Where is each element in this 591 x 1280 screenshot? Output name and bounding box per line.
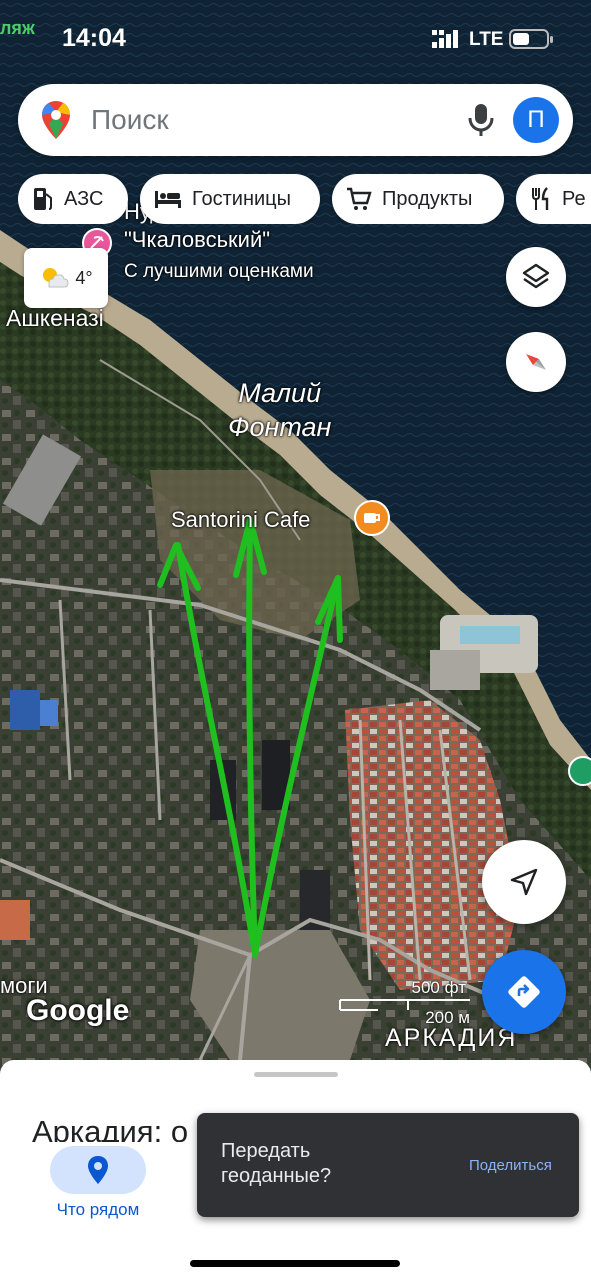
compass-icon xyxy=(526,354,546,370)
bed-icon xyxy=(155,191,181,208)
nav-item-nearby[interactable] xyxy=(50,1146,146,1194)
scale-bar: 500 фт 200 м xyxy=(338,978,472,1027)
network-type: LTE xyxy=(469,29,504,50)
battery-icon xyxy=(509,29,553,49)
cart-icon xyxy=(347,187,372,210)
chip-label: Продукты xyxy=(382,187,473,210)
chip-gas-stations[interactable]: АЗС xyxy=(18,174,128,224)
avatar[interactable]: П xyxy=(513,97,559,143)
share-location-snackbar: Передать геоданные? Поделиться xyxy=(197,1113,579,1217)
home-indicator[interactable] xyxy=(190,1260,400,1267)
signal-icon xyxy=(432,30,458,48)
status-bar: ляж 14:04 LTE xyxy=(0,0,591,80)
chip-groceries[interactable]: Продукты xyxy=(332,174,504,224)
share-button[interactable]: Поделиться xyxy=(469,1157,552,1174)
map-label-arcadia[interactable]: АРКАДИЯ xyxy=(385,1024,517,1053)
chip-restaurants[interactable]: Ре xyxy=(516,174,591,224)
status-left-text: ляж xyxy=(0,18,35,38)
google-maps-logo-icon xyxy=(42,101,70,139)
partly-sunny-icon xyxy=(43,268,69,288)
layers-icon xyxy=(522,263,550,289)
chip-hotels[interactable]: Гостиницы xyxy=(140,174,320,224)
google-attribution: Google xyxy=(26,994,130,1027)
nav-item-nearby-label: Что рядом xyxy=(56,1200,140,1219)
map-label-santorini-cafe[interactable]: Santorini Cafe xyxy=(171,507,310,533)
chip-label: Ре xyxy=(562,187,586,210)
directions-icon xyxy=(508,976,540,1008)
sheet-drag-handle[interactable] xyxy=(254,1072,338,1077)
search-input[interactable]: Поиск xyxy=(91,104,169,136)
chip-label: Гостиницы xyxy=(192,187,291,210)
scale-feet: 500 фт xyxy=(411,978,467,997)
mic-icon[interactable] xyxy=(466,102,496,138)
gas-station-icon xyxy=(34,188,52,210)
directions-button[interactable] xyxy=(482,950,566,1034)
snackbar-message: Передать геоданные? xyxy=(221,1140,332,1187)
layers-button[interactable] xyxy=(506,247,566,307)
park-pin-icon[interactable] xyxy=(568,756,591,786)
map-label-maly-fontan[interactable]: Малий Фонтан xyxy=(228,376,331,444)
compass-button[interactable] xyxy=(506,332,566,392)
search-bar[interactable]: Поиск П xyxy=(18,84,573,156)
weather-widget[interactable]: 4° xyxy=(24,248,108,308)
category-chips: АЗС Гостиницы Продукты Ре xyxy=(18,174,591,224)
scale-meters: 200 м xyxy=(425,1008,470,1027)
cafe-pin-icon[interactable] xyxy=(354,500,390,536)
restaurant-icon xyxy=(532,187,549,210)
status-time: 14:04 xyxy=(62,24,126,52)
navigation-arrow-icon xyxy=(510,868,538,896)
weather-temp: 4° xyxy=(75,267,93,288)
chip-label: АЗС xyxy=(64,187,104,210)
location-pin-icon xyxy=(88,1156,108,1184)
my-location-button[interactable] xyxy=(482,840,566,924)
map-label-ashkenazi[interactable]: Ашкеназі xyxy=(6,305,104,332)
